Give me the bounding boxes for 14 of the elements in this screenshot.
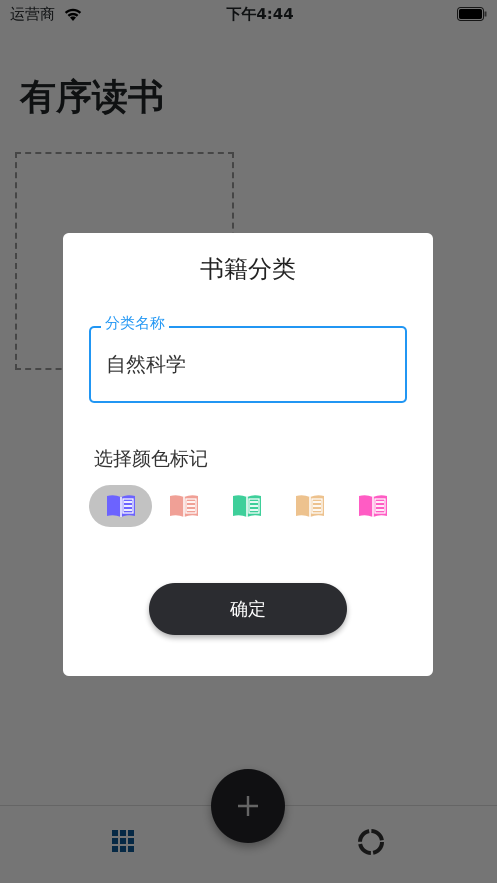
grid-icon — [112, 830, 134, 852]
ring-icon — [357, 828, 386, 856]
carrier-name: 运营商 — [10, 4, 55, 25]
wifi-icon — [63, 7, 83, 21]
confirm-button[interactable]: 确定 — [149, 583, 347, 636]
app-title: 有序读书 — [18, 76, 165, 118]
tab-button[interactable] — [357, 828, 386, 856]
plus-icon — [238, 796, 258, 816]
status-time: 下午4:44 — [226, 4, 294, 25]
color-label: 选择颜色标记 — [94, 446, 209, 472]
tab-button[interactable] — [112, 828, 134, 852]
battery-icon — [457, 7, 487, 21]
dialog-title: 书籍分类 — [199, 255, 297, 284]
color-option[interactable] — [89, 485, 152, 528]
